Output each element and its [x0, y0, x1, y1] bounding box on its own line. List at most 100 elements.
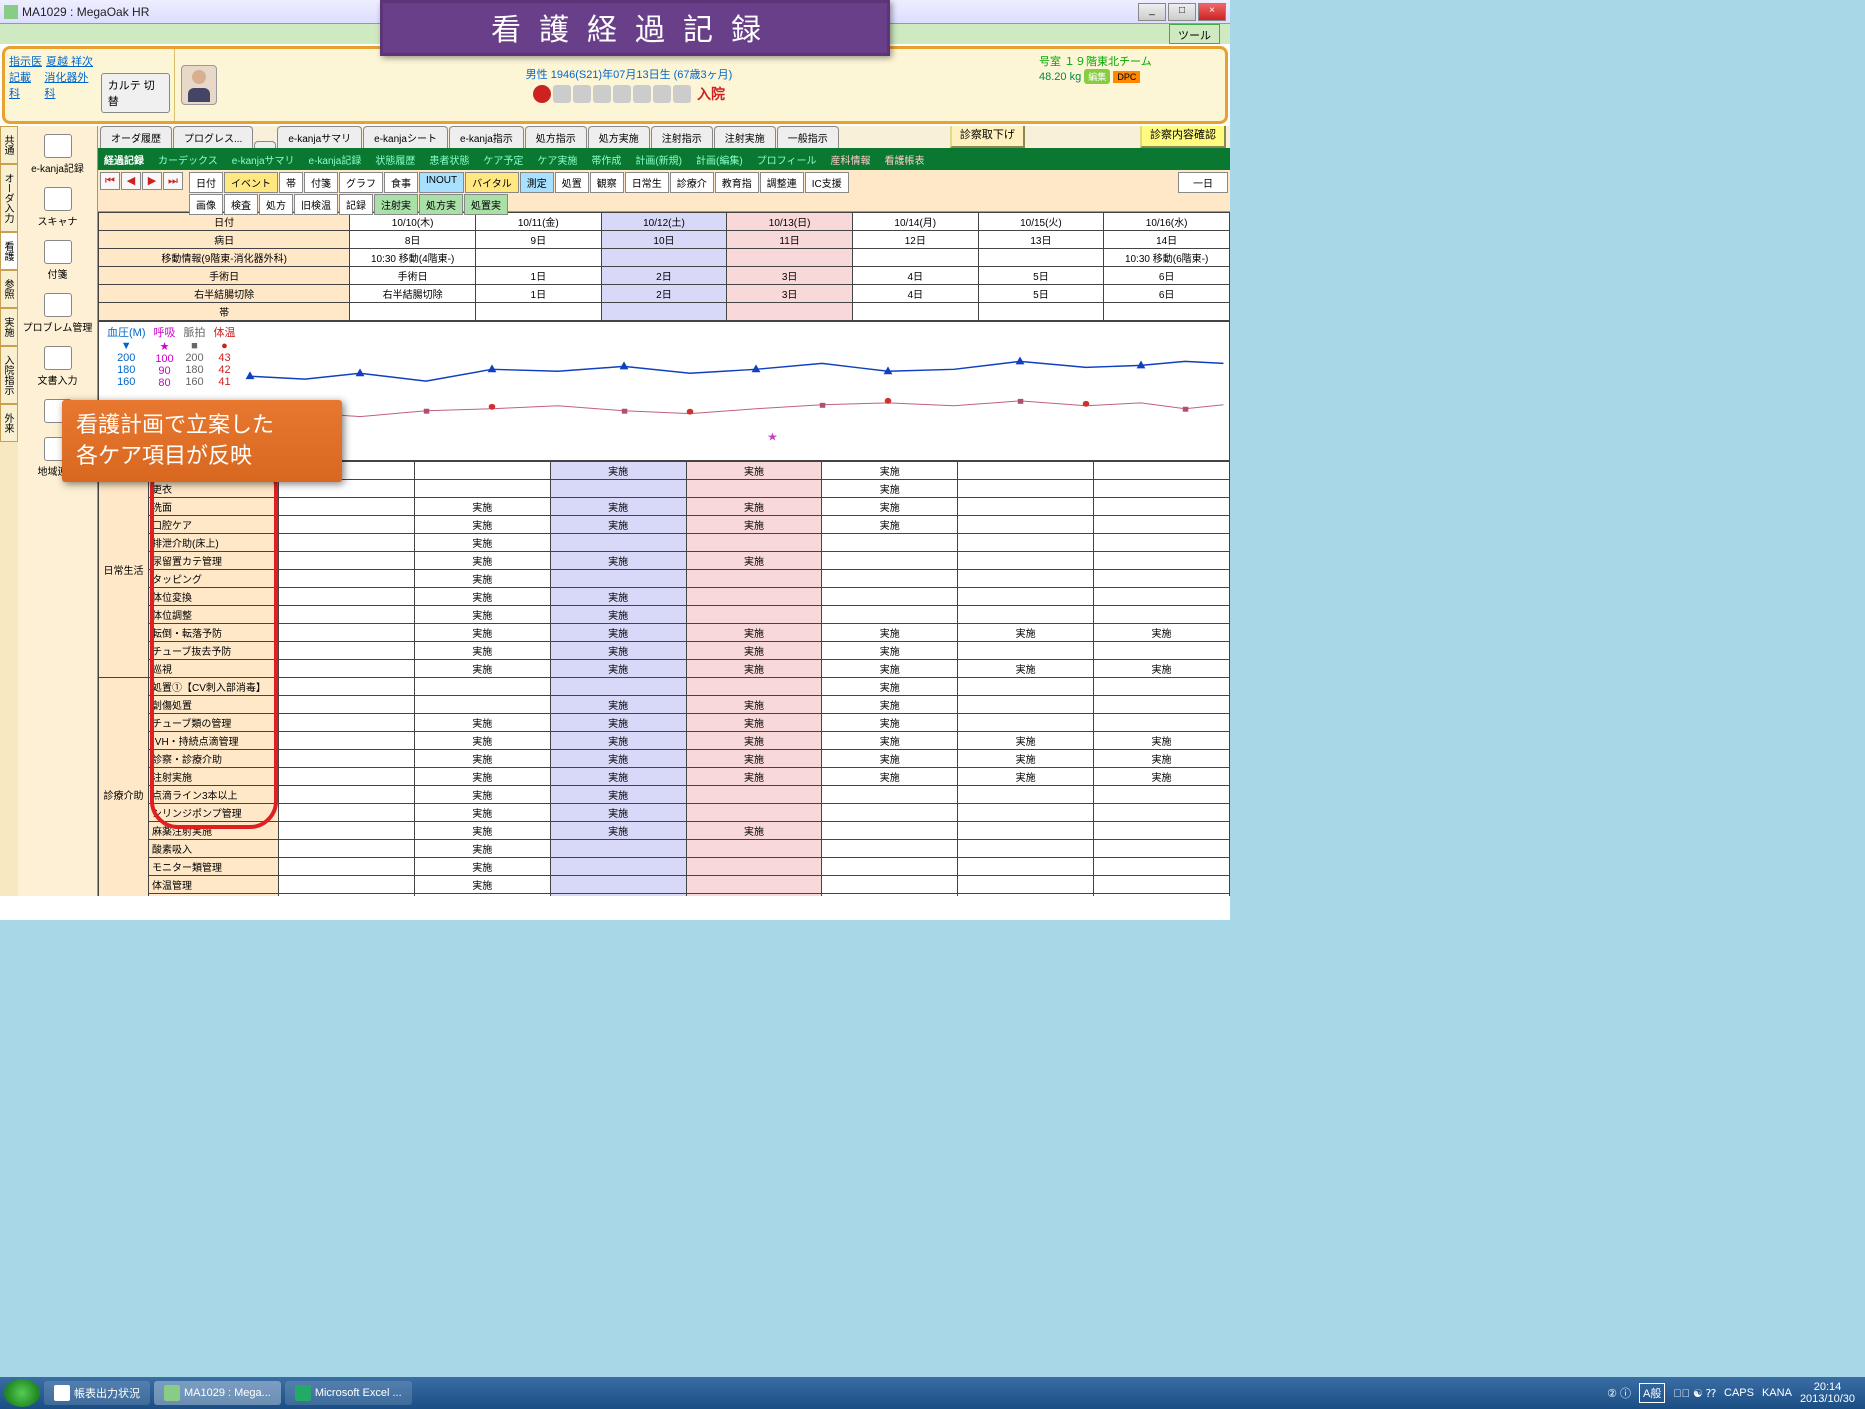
filter-chip[interactable]: 測定	[520, 172, 554, 193]
filter-chip[interactable]: イベント	[224, 172, 278, 193]
filter-chip[interactable]: 付箋	[304, 172, 338, 193]
green-tab[interactable]: 帯作成	[591, 152, 621, 167]
green-tab[interactable]: 計画(編集)	[696, 152, 743, 167]
chart-svg: ★	[239, 322, 1229, 460]
tab[interactable]: 注射指示	[651, 126, 713, 148]
patient-demographics: 男性 1946(S21)年07月13日生 (67歳3ヶ月)	[223, 66, 1035, 82]
green-tab[interactable]: カーデックス	[158, 152, 218, 167]
exam-cancel-button[interactable]: 診察取下げ	[950, 126, 1025, 148]
tab[interactable]	[254, 141, 276, 148]
date-nav-arrows: ⏮ ◀ ▶ ⏭	[100, 172, 183, 190]
green-tab[interactable]: 産科情報	[830, 152, 870, 167]
maximize-button[interactable]: □	[1168, 3, 1196, 21]
link-shijii[interactable]: 指示医	[9, 53, 42, 69]
green-tab[interactable]: 計画(新規)	[635, 152, 682, 167]
filter-chip[interactable]: 注射実	[374, 194, 418, 215]
tab[interactable]: オーダ履歴	[100, 126, 172, 148]
side-tab[interactable]: 実施	[0, 308, 18, 346]
filter-chip[interactable]: 処方実	[419, 194, 463, 215]
side-tab[interactable]: 共通	[0, 126, 18, 164]
tab[interactable]: 一般指示	[777, 126, 839, 148]
filter-chip[interactable]: 日付	[189, 172, 223, 193]
nav-item[interactable]: プロブレム管理	[23, 289, 93, 338]
filter-chip[interactable]: 診療介	[670, 172, 714, 193]
filter-chip[interactable]: 観察	[590, 172, 624, 193]
link-shoka[interactable]: 消化器外科	[44, 69, 96, 113]
green-tab[interactable]: e-kanja記録	[309, 152, 362, 167]
filter-chip[interactable]: 処置実	[464, 194, 508, 215]
exam-confirm-button[interactable]: 診察内容確認	[1140, 126, 1226, 148]
filter-chip[interactable]: 検査	[224, 194, 258, 215]
filter-chip[interactable]: 画像	[189, 194, 223, 215]
green-tab[interactable]: 経過記録	[104, 152, 144, 167]
nav-icon	[44, 293, 72, 317]
filter-chip[interactable]: INOUT	[419, 172, 464, 193]
link-kisai[interactable]: 記載科	[9, 69, 40, 113]
task-item[interactable]: Microsoft Excel ...	[285, 1381, 412, 1405]
green-tab[interactable]: e-kanjaサマリ	[232, 152, 295, 167]
status-icon	[633, 85, 651, 103]
edit-button[interactable]: 編集	[1084, 69, 1110, 84]
ward-info: 号室 １９階東北チーム	[1039, 53, 1221, 69]
filter-chip[interactable]: 処置	[555, 172, 589, 193]
status-icon	[673, 85, 691, 103]
side-tab[interactable]: オーダ入力	[0, 164, 18, 232]
tab[interactable]: 処方実施	[588, 126, 650, 148]
green-tab[interactable]: 看護帳表	[884, 152, 924, 167]
last-button[interactable]: ⏭	[163, 172, 183, 190]
taskbar[interactable]: 帳表出力状況 MA1029 : Mega... Microsoft Excel …	[0, 1377, 1865, 1409]
link-natsu[interactable]: 夏越 祥次	[46, 53, 93, 69]
side-tab[interactable]: 入院指示	[0, 346, 18, 404]
green-tab[interactable]: 患者状態	[429, 152, 469, 167]
minimize-button[interactable]: _	[1138, 3, 1166, 21]
green-tab[interactable]: ケア予定	[483, 152, 523, 167]
task-item[interactable]: MA1029 : Mega...	[154, 1381, 281, 1405]
system-tray[interactable]: ② ⓘ A般 �ং ☯ ⁇ CAPS KANA 20:142013/10/30	[1607, 1381, 1861, 1405]
green-tab[interactable]: ケア実施	[537, 152, 577, 167]
side-tab[interactable]: 参照	[0, 270, 18, 308]
nav-icon	[44, 346, 72, 370]
prev-button[interactable]: ◀	[121, 172, 141, 190]
nav-icon	[44, 134, 72, 158]
nav-item[interactable]: e-kanja記録	[23, 130, 93, 179]
filter-chip[interactable]: 教育指	[715, 172, 759, 193]
karte-button[interactable]: カルテ 切替	[101, 73, 170, 113]
filter-chip[interactable]: 処方	[259, 194, 293, 215]
green-tab[interactable]: プロフィール	[757, 152, 817, 167]
green-tab[interactable]: 状態履歴	[375, 152, 415, 167]
status-icon	[653, 85, 671, 103]
content: オーダ履歴プログレス...e-kanjaサマリe-kanjaシートe-kanja…	[98, 126, 1230, 896]
side-nav: e-kanja記録スキャナ付箋プロブレム管理文書入力地域連携	[18, 126, 98, 896]
overlay-title: 看護経過記録	[380, 0, 890, 56]
side-tab[interactable]: 看護	[0, 232, 18, 270]
tab[interactable]: e-kanja指示	[449, 126, 524, 148]
nav-item[interactable]: 付箋	[23, 236, 93, 285]
tab[interactable]: e-kanjaサマリ	[277, 126, 362, 148]
side-tab[interactable]: 外来	[0, 404, 18, 442]
filter-chip[interactable]: 日常生	[625, 172, 669, 193]
dpc-button[interactable]: DPC	[1113, 71, 1140, 83]
filter-chip[interactable]: 調整連	[760, 172, 804, 193]
tab[interactable]: e-kanjaシート	[363, 126, 448, 148]
next-button[interactable]: ▶	[142, 172, 162, 190]
filter-chip[interactable]: IC支援	[805, 172, 849, 193]
filter-chip[interactable]: 旧検温	[294, 194, 338, 215]
nav-item[interactable]: 文書入力	[23, 342, 93, 391]
close-button[interactable]: ×	[1198, 3, 1226, 21]
tab[interactable]: 注射実施	[714, 126, 776, 148]
nav-icon	[44, 187, 72, 211]
filter-chip[interactable]: 食事	[384, 172, 418, 193]
filter-chip[interactable]: グラフ	[339, 172, 383, 193]
tab[interactable]: プログレス...	[173, 126, 253, 148]
first-button[interactable]: ⏮	[100, 172, 120, 190]
filter-chip[interactable]: 記録	[339, 194, 373, 215]
one-day-button[interactable]: 一日	[1178, 172, 1228, 193]
tab[interactable]: 処方指示	[525, 126, 587, 148]
filter-chip[interactable]: 帯	[279, 172, 303, 193]
menu-tool[interactable]: ツール	[1169, 24, 1220, 44]
start-button[interactable]	[4, 1379, 40, 1407]
filter-chip[interactable]: バイタル	[465, 172, 519, 193]
nav-item[interactable]: スキャナ	[23, 183, 93, 232]
task-item[interactable]: 帳表出力状況	[44, 1381, 150, 1405]
app-icon	[4, 5, 18, 19]
